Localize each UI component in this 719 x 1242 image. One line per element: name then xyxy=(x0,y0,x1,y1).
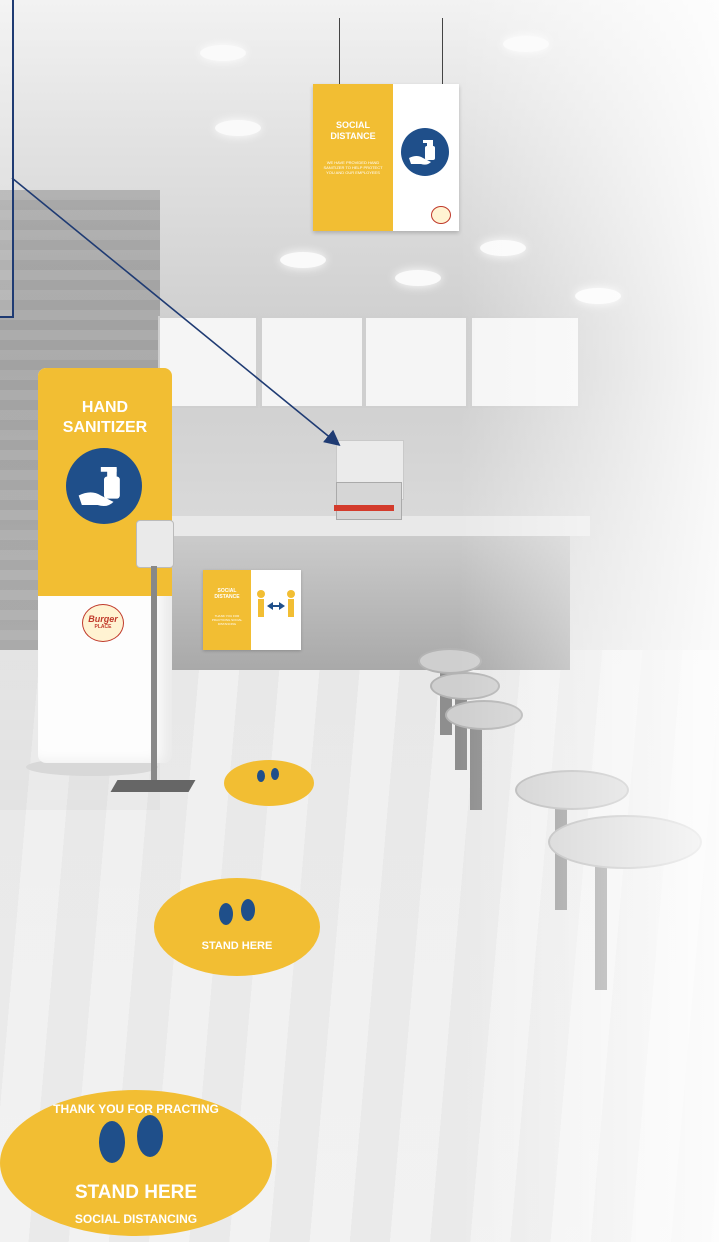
restaurant-scene: SOCIAL DISTANCE WE HAVE PROVIDED HAND SA… xyxy=(0,0,719,1242)
callout-arrow xyxy=(11,177,341,447)
